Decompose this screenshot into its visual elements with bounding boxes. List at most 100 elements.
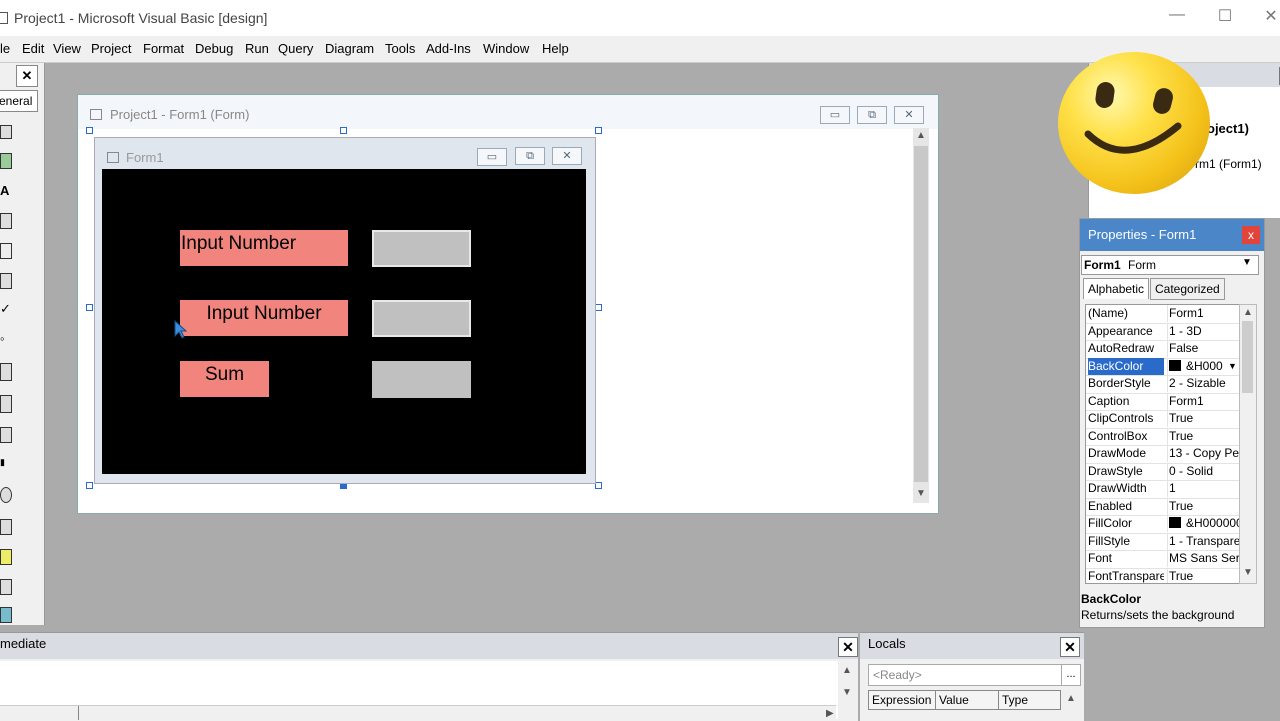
- designer-restore-button[interactable]: ⧉: [857, 106, 887, 124]
- property-row[interactable]: FillColor &H000000: [1086, 515, 1240, 534]
- listbox-tool-icon[interactable]: [0, 395, 12, 413]
- form1-maximize-button[interactable]: ⧉: [515, 147, 545, 165]
- timer-tool-icon[interactable]: [0, 487, 12, 503]
- property-row[interactable]: BorderStyle 2 - Sizable: [1086, 375, 1240, 394]
- textbox-1[interactable]: [372, 230, 471, 267]
- property-row[interactable]: FontTransparentTrue: [1086, 567, 1240, 583]
- property-row[interactable]: DrawStyle 0 - Solid: [1086, 462, 1240, 481]
- menu-diagram[interactable]: Diagram: [325, 41, 374, 56]
- resize-handle-w[interactable]: [86, 304, 93, 311]
- tab-categorized[interactable]: Categorized: [1150, 278, 1225, 300]
- scroll-up-icon[interactable]: ▲: [1243, 307, 1253, 318]
- object-selector[interactable]: Form1 Form ▼: [1081, 255, 1259, 275]
- chevron-down-icon[interactable]: ▼: [1242, 257, 1252, 268]
- combobox-tool-icon[interactable]: [0, 363, 12, 381]
- immediate-scrollbar[interactable]: ▲ ▼: [838, 661, 856, 719]
- drivelist-tool-icon[interactable]: [0, 519, 12, 535]
- maximize-button[interactable]: ☐: [1210, 6, 1240, 26]
- properties-close-icon[interactable]: x: [1242, 226, 1260, 244]
- scroll-down-icon[interactable]: ▼: [842, 687, 852, 698]
- resize-handle-sw[interactable]: [86, 482, 93, 489]
- resize-handle-se[interactable]: [595, 482, 602, 489]
- toolbox-close-icon[interactable]: ✕: [16, 65, 38, 87]
- scroll-down-icon[interactable]: ▼: [916, 488, 926, 499]
- tab-alphabetic[interactable]: Alphabetic: [1083, 278, 1150, 299]
- frame-tool-icon[interactable]: [0, 243, 12, 259]
- property-row[interactable]: Font MS Sans Serif: [1086, 550, 1240, 569]
- scroll-thumb[interactable]: [914, 146, 928, 482]
- hscroll-tool-icon[interactable]: [0, 427, 12, 443]
- immediate-close-icon[interactable]: ✕: [838, 637, 858, 657]
- close-button[interactable]: ✕: [1256, 6, 1280, 26]
- label-input-number-2[interactable]: Input Number: [180, 300, 348, 336]
- menu-run[interactable]: Run: [245, 41, 269, 56]
- form1-node[interactable]: rm1 (Form1): [1195, 157, 1262, 171]
- property-row-selected[interactable]: BackColor &H000 ▼: [1086, 357, 1240, 376]
- resize-handle-nw[interactable]: [86, 127, 93, 134]
- scroll-right-icon[interactable]: ▶: [826, 708, 834, 719]
- properties-scrollbar[interactable]: ▲ ▼: [1239, 304, 1257, 584]
- commandbutton-tool-icon[interactable]: [0, 273, 12, 289]
- textbox-sum[interactable]: [372, 361, 471, 398]
- form1-close-button[interactable]: ✕: [552, 147, 582, 165]
- locals-call-stack-button[interactable]: ...: [1061, 664, 1081, 686]
- title-bar: Project1 - Microsoft Visual Basic [desig…: [0, 0, 1280, 36]
- vscroll-tool-icon[interactable]: ▮: [0, 457, 10, 471]
- locals-close-icon[interactable]: ✕: [1060, 637, 1080, 657]
- column-value[interactable]: Value: [935, 690, 1000, 710]
- column-expression[interactable]: Expression: [868, 690, 937, 710]
- property-row[interactable]: ClipControls True: [1086, 410, 1240, 429]
- designer-vertical-scrollbar[interactable]: ▲ ▼: [913, 128, 929, 503]
- menu-debug[interactable]: Debug: [195, 41, 233, 56]
- scroll-up-icon[interactable]: ▲: [842, 665, 852, 676]
- menu-project[interactable]: Project: [91, 41, 131, 56]
- menu-window[interactable]: Window: [483, 41, 529, 56]
- shape-tool-icon[interactable]: [0, 607, 12, 623]
- dropdown-arrow-icon[interactable]: ▼: [1228, 358, 1237, 375]
- property-row[interactable]: Enabled True: [1086, 497, 1240, 516]
- menu-view[interactable]: View: [53, 41, 81, 56]
- toolbox: ✕ eneral A ✓ ◦ ▮: [0, 63, 45, 625]
- menu-tools[interactable]: Tools: [385, 41, 415, 56]
- label-sum[interactable]: Sum: [180, 361, 269, 397]
- form1-minimize-button[interactable]: ▭: [477, 148, 507, 166]
- property-row[interactable]: AutoRedraw False: [1086, 340, 1240, 359]
- scroll-down-icon[interactable]: ▼: [1243, 567, 1253, 578]
- resize-handle-e[interactable]: [595, 304, 602, 311]
- label-input-number-1[interactable]: Input Number: [180, 230, 348, 266]
- menu-query[interactable]: Query: [278, 41, 313, 56]
- label-tool-icon[interactable]: A: [0, 183, 10, 198]
- pointer-tool-icon[interactable]: [0, 125, 12, 139]
- minimize-button[interactable]: —: [1162, 6, 1192, 24]
- project-node[interactable]: oject1): [1207, 121, 1249, 136]
- menu-file[interactable]: le: [0, 41, 10, 56]
- property-row[interactable]: Appearance 1 - 3D: [1086, 322, 1240, 341]
- property-row[interactable]: DrawWidth 1: [1086, 480, 1240, 499]
- property-row[interactable]: FillStyle1 - Transparent: [1086, 532, 1240, 551]
- filelist-tool-icon[interactable]: [0, 579, 12, 595]
- picturebox-tool-icon[interactable]: [0, 153, 12, 169]
- resize-handle-n[interactable]: [340, 127, 347, 134]
- scroll-thumb[interactable]: [1242, 321, 1253, 393]
- scroll-up-icon[interactable]: ▲: [916, 130, 926, 141]
- toolbox-general-tab[interactable]: eneral: [0, 90, 38, 112]
- property-row[interactable]: ControlBox True: [1086, 427, 1240, 446]
- designer-close-button[interactable]: ✕: [894, 106, 924, 124]
- designer-minimize-button[interactable]: ▭: [820, 106, 850, 124]
- checkbox-tool-icon[interactable]: ✓: [0, 301, 11, 316]
- dirlist-tool-icon[interactable]: [0, 549, 12, 565]
- scroll-up-icon[interactable]: ▲: [1066, 693, 1076, 704]
- menu-edit[interactable]: Edit: [22, 41, 44, 56]
- immediate-hscrollbar[interactable]: ▶: [0, 705, 836, 720]
- column-type[interactable]: Type: [998, 690, 1061, 710]
- textbox-2[interactable]: [372, 300, 471, 337]
- property-row[interactable]: Caption Form1: [1086, 392, 1240, 411]
- property-row[interactable]: DrawMode 13 - Copy Pen: [1086, 445, 1240, 464]
- menu-help[interactable]: Help: [542, 41, 569, 56]
- menu-add-ins[interactable]: Add-Ins: [426, 41, 471, 56]
- resize-handle-ne[interactable]: [595, 127, 602, 134]
- option-tool-icon[interactable]: ◦: [0, 331, 10, 346]
- menu-format[interactable]: Format: [143, 41, 184, 56]
- property-row[interactable]: (Name) Form1: [1086, 305, 1240, 324]
- textbox-tool-icon[interactable]: [0, 213, 12, 229]
